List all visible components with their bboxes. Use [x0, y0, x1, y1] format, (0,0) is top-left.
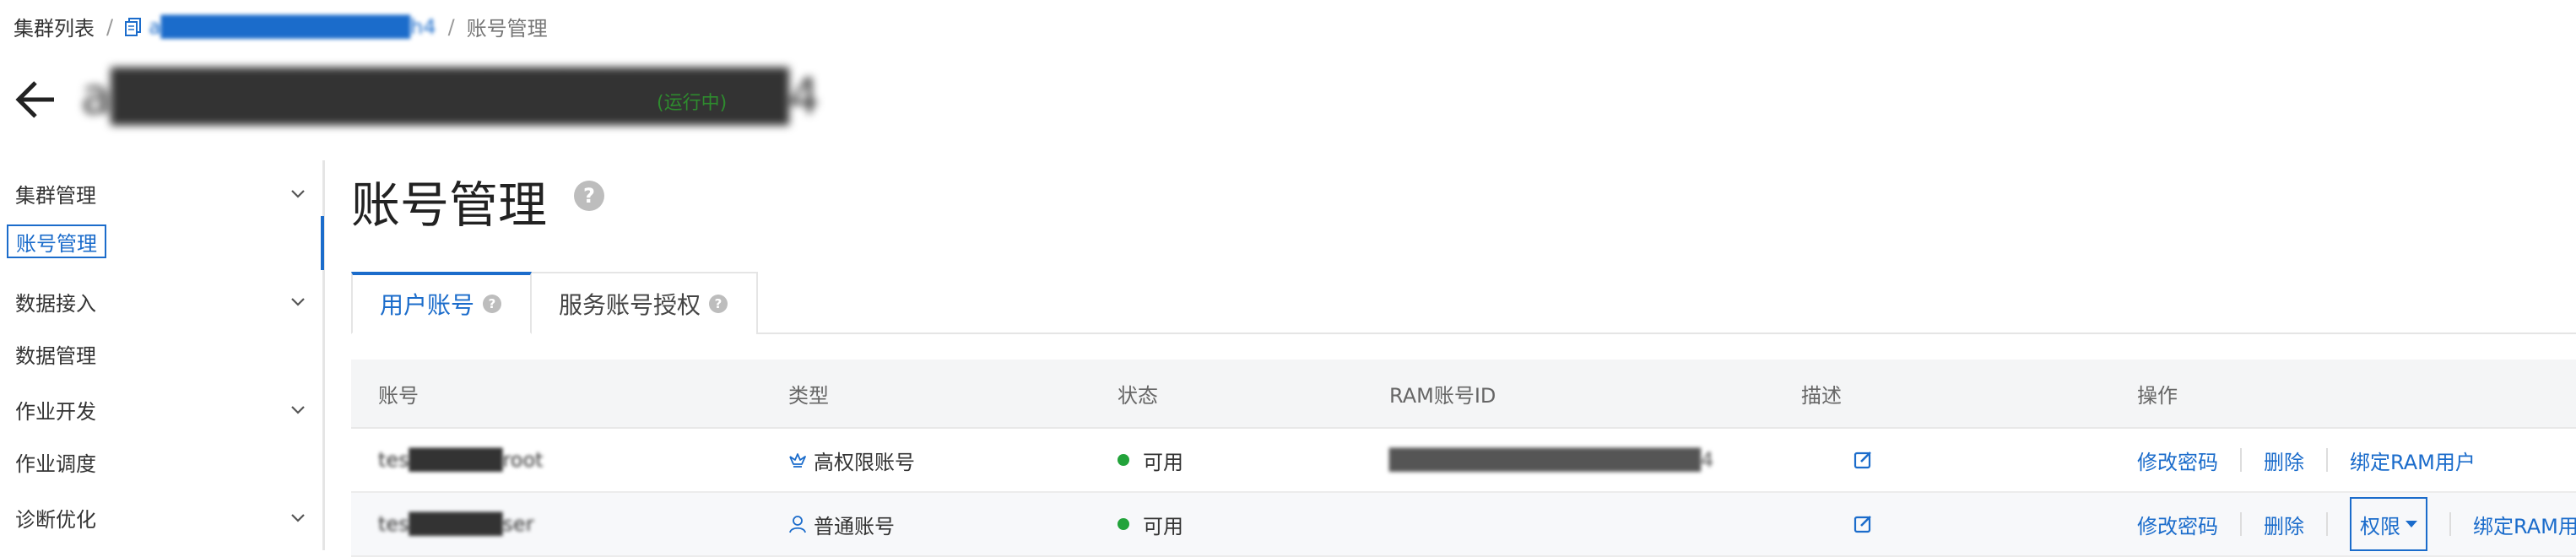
- table-row: tes██████ser 普通账号 可用 修改密码 删除 权限 绑定RAM用: [351, 493, 2576, 557]
- description-cell: [1854, 493, 1874, 555]
- status-dot-icon: [1118, 518, 1129, 530]
- sidebar-item-cluster-management[interactable]: 集群管理: [15, 179, 306, 208]
- edit-icon[interactable]: [1854, 450, 1874, 470]
- breadcrumb-cluster-name: a████████████████h4: [149, 14, 436, 39]
- divider: [2240, 448, 2242, 472]
- tab-label: 用户账号: [380, 291, 475, 319]
- status-cell: 可用: [1118, 493, 1183, 555]
- sidebar-item-label: 诊断优化: [15, 508, 96, 532]
- sidebar-item-label: 作业开发: [15, 400, 96, 424]
- back-arrow-icon[interactable]: [14, 79, 57, 120]
- breadcrumb: 集群列表 / a████████████████h4 / 账号管理: [14, 12, 548, 41]
- column-header-actions: 操作: [2137, 383, 2178, 408]
- bind-ram-user-link[interactable]: 绑定RAM用户: [2350, 446, 2476, 475]
- column-header-account: 账号: [378, 383, 419, 408]
- edit-icon[interactable]: [1854, 514, 1874, 534]
- sidebar-item-label: 作业调度: [15, 452, 96, 476]
- sidebar-item-diagnosis[interactable]: 诊断优化: [15, 503, 306, 533]
- divider: [2326, 512, 2328, 536]
- status-cell: 可用: [1118, 429, 1183, 491]
- chevron-down-icon: [291, 405, 305, 414]
- chevron-down-icon: [291, 513, 305, 522]
- column-header-description: 描述: [1801, 383, 1842, 408]
- account-name: tes██████root: [378, 448, 544, 472]
- sidebar-active-indicator: [321, 216, 324, 270]
- sidebar-item-label: 数据接入: [15, 292, 96, 316]
- chevron-down-icon: [291, 189, 305, 198]
- breadcrumb-separator: /: [106, 14, 114, 39]
- ram-account-id: ████████████████████4: [1389, 448, 1714, 472]
- breadcrumb-cluster-list[interactable]: 集群列表: [14, 12, 95, 41]
- row-actions: 修改密码 删除 权限 绑定RAM用户: [2137, 493, 2576, 555]
- breadcrumb-separator: /: [447, 14, 455, 39]
- account-type: 普通账号: [788, 493, 895, 555]
- page-title: 账号管理: [351, 176, 548, 234]
- cluster-status: (运行中): [657, 93, 728, 114]
- column-header-type: 类型: [788, 383, 829, 408]
- tab-service-account-auth[interactable]: 服务账号授权 ?: [530, 272, 758, 334]
- delete-link[interactable]: 删除: [2264, 446, 2304, 475]
- column-header-status: 状态: [1118, 383, 1158, 408]
- sidebar-item-job-scheduling[interactable]: 作业调度: [15, 447, 306, 477]
- tab-user-accounts[interactable]: 用户账号 ?: [351, 272, 532, 334]
- sidebar-item-data-ingestion[interactable]: 数据接入: [15, 287, 306, 316]
- breadcrumb-current: 账号管理: [466, 17, 548, 41]
- permissions-dropdown[interactable]: 权限: [2350, 497, 2427, 551]
- table-header: 账号 类型 状态 RAM账号ID 描述 操作: [351, 360, 2576, 429]
- help-icon[interactable]: ?: [483, 295, 502, 313]
- row-actions: 修改密码 删除 绑定RAM用户: [2137, 429, 2476, 491]
- permissions-label: 权限: [2360, 514, 2400, 538]
- table-row: tes██████root 高权限账号 可用 █████████████████…: [351, 429, 2576, 493]
- sidebar-item-job-development[interactable]: 作业开发: [15, 395, 306, 425]
- sidebar-item-label: 集群管理: [15, 184, 96, 208]
- column-header-ram-id: RAM账号ID: [1389, 383, 1496, 408]
- account-type: 高权限账号: [788, 429, 915, 491]
- chevron-down-icon: [291, 297, 305, 306]
- help-icon[interactable]: ?: [709, 295, 728, 313]
- status-dot-icon: [1118, 454, 1129, 466]
- tab-label: 服务账号授权: [559, 291, 701, 319]
- description-cell: [1854, 429, 1874, 491]
- bind-ram-user-link[interactable]: 绑定RAM用户: [2473, 510, 2576, 539]
- divider: [2240, 512, 2242, 536]
- document-icon: [125, 17, 142, 36]
- divider: [2449, 512, 2451, 536]
- change-password-link[interactable]: 修改密码: [2137, 446, 2218, 475]
- divider: [2326, 448, 2328, 472]
- sidebar-item-account-management[interactable]: 账号管理: [7, 224, 106, 258]
- sidebar-item-label: 数据管理: [15, 344, 96, 368]
- change-password-link[interactable]: 修改密码: [2137, 510, 2218, 539]
- crown-icon: [789, 453, 806, 468]
- caret-down-icon: [2406, 521, 2417, 527]
- user-icon: [789, 516, 806, 533]
- delete-link[interactable]: 删除: [2264, 510, 2304, 539]
- account-name: tes██████ser: [378, 512, 534, 536]
- help-icon[interactable]: ?: [574, 181, 604, 211]
- breadcrumb-cluster-link[interactable]: a████████████████h4: [125, 15, 436, 39]
- sidebar-item-data-management[interactable]: 数据管理: [15, 339, 306, 369]
